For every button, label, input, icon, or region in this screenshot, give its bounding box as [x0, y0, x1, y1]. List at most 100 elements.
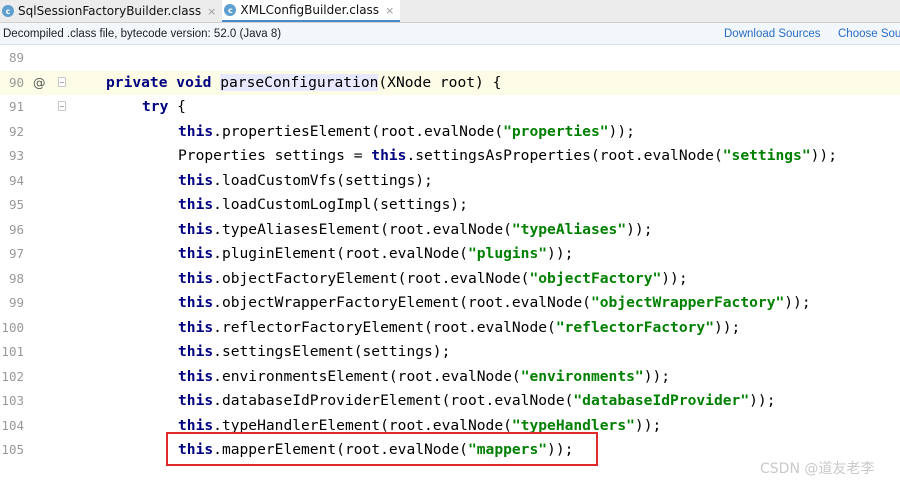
string-literal-token: "databaseIdProvider" [573, 392, 750, 409]
keyword-token: this [178, 220, 214, 238]
code-token: { [177, 98, 186, 115]
code-line[interactable]: 89 [0, 46, 900, 71]
code-text: this.environmentsElement(root.evalNode("… [178, 365, 670, 390]
code-token: (XNode root) { [378, 73, 502, 91]
keyword-token: this [371, 147, 407, 164]
code-token: )); [626, 220, 653, 238]
code-token: )); [608, 122, 635, 140]
code-line[interactable]: 103 this.databaseIdProviderElement(root.e… [0, 389, 900, 414]
keyword-token: this [178, 122, 214, 140]
code-line[interactable]: 95 this.loadCustomLogImpl(settings); [0, 193, 900, 218]
code-line[interactable]: 91 try { [0, 95, 900, 120]
code-line[interactable]: 96 this.typeAliasesElement(root.evalNode(… [0, 218, 900, 243]
keyword-token: this [178, 318, 214, 336]
code-text: this.propertiesElement(root.evalNode("pr… [178, 120, 635, 145]
code-token: )); [661, 269, 688, 287]
tab-label: SqlSessionFactoryBuilder.class [18, 4, 202, 18]
line-number: 103 [1, 393, 24, 408]
string-literal-token: "reflectorFactory" [555, 318, 714, 336]
close-icon[interactable]: × [207, 5, 216, 18]
code-editor[interactable]: 89 90 @ private void parseConfiguration(XNo… [0, 46, 900, 466]
code-text: this.objectWrapperFactoryElement(root.ev… [178, 291, 811, 316]
code-token: Properties settings = [178, 147, 372, 164]
download-sources-link[interactable]: Download Sources [724, 28, 821, 40]
code-token: .loadCustomVfs(settings); [213, 171, 433, 189]
code-token: )); [634, 416, 662, 434]
fold-toggle-icon[interactable] [58, 101, 66, 111]
close-icon[interactable]: × [385, 4, 394, 17]
code-text: try { [142, 95, 186, 120]
string-literal-token: "properties" [503, 122, 609, 140]
code-token: )); [810, 147, 837, 164]
keyword-token: this [178, 171, 214, 189]
string-literal-token: "plugins" [467, 245, 548, 262]
choose-sources-link[interactable]: Choose Sources... [838, 28, 900, 40]
line-number: 98 [8, 270, 24, 286]
line-number: 100 [1, 319, 24, 335]
keyword-token: this [178, 196, 214, 213]
class-file-icon: c [2, 5, 14, 17]
keyword-token: void [176, 73, 221, 91]
fold-toggle-icon[interactable] [58, 76, 66, 87]
tab-xmlconfigbuilder[interactable]: c XMLConfigBuilder.class × [222, 0, 401, 22]
decompiled-notice-text: Decompiled .class file, bytecode version… [3, 27, 282, 40]
code-token: )); [784, 294, 811, 311]
watermark: CSDN @道友老李 [760, 461, 875, 477]
code-line[interactable]: 97 this.pluginElement(root.evalNode("plug… [0, 242, 900, 267]
code-text: this.reflectorFactoryElement(root.evalNo… [178, 316, 740, 341]
code-line[interactable]: 94 this.loadCustomVfs(settings); [0, 169, 900, 194]
string-literal-token: "objectFactory" [529, 269, 662, 287]
keyword-token: this [178, 294, 214, 311]
code-line[interactable]: 102 this.environmentsElement(root.evalNod… [0, 365, 900, 390]
line-number: 97 [8, 246, 24, 261]
code-text: this.databaseIdProviderElement(root.eval… [178, 389, 775, 414]
keyword-token: this [178, 343, 214, 360]
code-token: .typeAliasesElement(root.evalNode( [213, 220, 512, 238]
code-token: )); [749, 392, 776, 409]
code-line[interactable]: 92 this.propertiesElement(root.evalNode("… [0, 120, 900, 145]
code-token: .propertiesElement(root.evalNode( [213, 122, 504, 140]
code-text: this.pluginElement(root.evalNode("plugin… [178, 242, 573, 267]
code-token: .databaseIdProviderElement(root.evalNode… [213, 392, 574, 409]
code-line[interactable]: 99 this.objectWrapperFactoryElement(root.… [0, 291, 900, 316]
code-token: .pluginElement(root.evalNode( [213, 245, 468, 262]
code-line[interactable]: 98 this.objectFactoryElement(root.evalNod… [0, 267, 900, 292]
keyword-token: this [178, 367, 214, 385]
tab-sqlsessionfactorybuilder[interactable]: c SqlSessionFactoryBuilder.class × [0, 0, 222, 22]
code-line[interactable]: 101 this.settingsElement(settings); [0, 340, 900, 365]
code-line[interactable]: 100 this.reflectorFactoryElement(root.eva… [0, 316, 900, 341]
code-text: this.typeAliasesElement(root.evalNode("t… [178, 218, 652, 243]
code-line[interactable]: 90 @ private void parseConfiguration(XNode… [0, 70, 900, 96]
line-number: 94 [8, 172, 24, 188]
line-number: 101 [1, 344, 24, 359]
keyword-token: try [142, 98, 178, 115]
code-text: this.loadCustomVfs(settings); [178, 169, 433, 194]
line-number: 89 [8, 50, 24, 65]
code-text: this.settingsElement(settings); [178, 340, 450, 365]
code-text: this.objectFactoryElement(root.evalNode(… [178, 267, 688, 292]
class-file-icon: c [224, 4, 237, 16]
code-token: .loadCustomLogImpl(settings); [213, 196, 468, 213]
keyword-token: this [178, 392, 214, 409]
method-name-token: parseConfiguration [220, 73, 379, 91]
keyword-token: this [178, 416, 214, 434]
string-literal-token: "typeHandlers" [511, 416, 635, 434]
keyword-token: this [178, 245, 214, 262]
line-number: 93 [8, 148, 24, 163]
line-number: 90 [8, 74, 24, 90]
code-token: .settingsElement(settings); [213, 343, 451, 360]
string-literal-token: "objectWrapperFactory" [590, 294, 785, 311]
line-number: 96 [8, 221, 24, 237]
editor-tab-bar: c SqlSessionFactoryBuilder.class × c XML… [0, 0, 900, 23]
code-token: .objectFactoryElement(root.evalNode( [213, 269, 530, 287]
code-text: Properties settings = this.settingsAsPro… [178, 144, 837, 169]
highlight-box [166, 432, 598, 466]
code-token: .reflectorFactoryElement(root.evalNode( [213, 318, 556, 336]
code-token: .objectWrapperFactoryElement(root.evalNo… [213, 294, 591, 311]
line-number: 95 [8, 197, 24, 212]
line-number: 99 [8, 295, 24, 310]
override-marker-icon[interactable]: @ [33, 71, 46, 96]
tab-label: XMLConfigBuilder.class [240, 3, 380, 17]
keyword-token: private [106, 73, 177, 91]
code-line[interactable]: 93 Properties settings = this.settingsAsP… [0, 144, 900, 169]
